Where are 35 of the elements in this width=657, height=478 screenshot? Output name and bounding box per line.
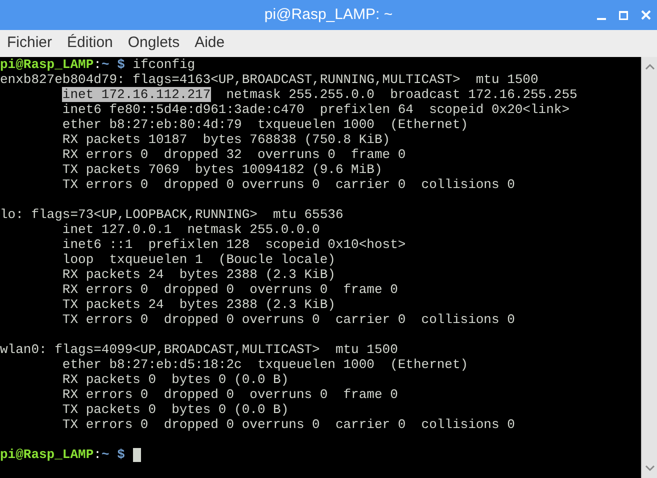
close-icon[interactable] — [641, 10, 651, 20]
output-line: enxb827eb804d79: flags=4163<UP,BROADCAST,RUNNING,MULTICAST> mtu 1500 — [0, 72, 538, 87]
output-line: TX errors 0 dropped 0 overruns 0 carrier 0 collisions 0 — [61, 417, 515, 432]
output-line: RX errors 0 dropped 0 overruns 0 frame 0 — [61, 282, 398, 297]
prompt: pi@Rasp_LAMP:~ $ — [0, 447, 126, 462]
output-line: wlan0: flags=4099<UP,BROADCAST,MULTICAST> mtu 1500 — [0, 342, 398, 357]
menu-item[interactable]: Fichier — [7, 32, 52, 55]
output-line: lo: flags=73<UP,LOOPBACK,RUNNING> mtu 65536 — [0, 207, 344, 222]
menu-item[interactable]: Aide — [194, 32, 225, 55]
output-line: TX packets 0 bytes 0 (0.0 B) — [61, 402, 289, 417]
menu-item[interactable]: Onglets — [128, 32, 180, 55]
output-line: loop txqueuelen 1 (Boucle locale) — [61, 252, 336, 267]
output-line: RX packets 0 bytes 0 (0.0 B) — [61, 372, 289, 387]
maximize-icon[interactable] — [619, 10, 628, 20]
window-title: pi@Rasp_LAMP: ~ — [264, 6, 393, 23]
output-line: inet6 fe80::5d4e:d961:3ade:c470 prefixlen 64 scopeid 0x20<link> — [61, 102, 570, 117]
prompt: pi@Rasp_LAMP:~ $ ifconfig — [0, 57, 196, 72]
selected-text: inet 172.16.112.217 — [62, 87, 211, 102]
output-line: RX packets 10187 bytes 768838 (750.8 KiB) — [61, 132, 390, 147]
menu-item[interactable]: Édition — [67, 32, 113, 55]
output-line: ether b8:27:eb:80:4d:79 txqueuelen 1000 (Ethernet) — [61, 117, 468, 132]
scroll-up-icon[interactable] — [644, 63, 654, 71]
output-line: TX errors 0 dropped 0 overruns 0 carrier 0 collisions 0 — [61, 177, 515, 192]
output-line: ether b8:27:eb:d5:18:2c txqueuelen 1000 (Ethernet) — [61, 357, 468, 372]
output-line: RX errors 0 dropped 32 overruns 0 frame 0 — [61, 147, 406, 162]
output-line: inet 127.0.0.1 netmask 255.0.0.0 — [61, 222, 320, 237]
output-line: TX errors 0 dropped 0 overruns 0 carrier 0 collisions 0 — [61, 312, 515, 327]
output-line: TX packets 24 bytes 2388 (2.3 KiB) — [61, 297, 336, 312]
output-line: RX errors 0 dropped 0 overruns 0 frame 0 — [61, 387, 398, 402]
scroll-down-icon[interactable] — [644, 464, 654, 472]
scrollbar[interactable] — [641, 57, 657, 478]
output-line: inet6 ::1 prefixlen 128 scopeid 0x10<host> — [61, 237, 406, 252]
output-line: TX packets 7069 bytes 10094182 (9.6 MiB) — [61, 162, 382, 177]
output-line: netmask 255.255.0.0 broadcast 172.16.255.255 — [225, 87, 578, 102]
output-line: RX packets 24 bytes 2388 (2.3 KiB) — [61, 267, 336, 282]
